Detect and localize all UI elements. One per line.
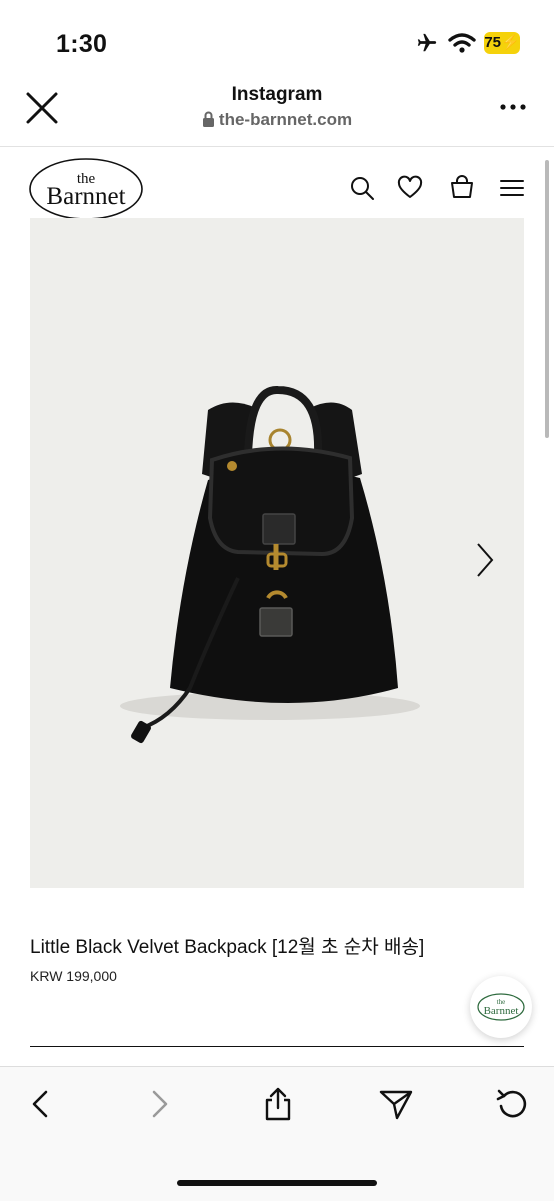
lock-icon <box>202 111 215 132</box>
header-divider <box>0 146 554 147</box>
logo-name: Barnnet <box>46 183 125 210</box>
search-icon[interactable] <box>348 174 376 202</box>
battery-level: 75 <box>484 34 501 51</box>
status-time: 1:30 <box>56 30 108 58</box>
chevron-right-icon <box>477 543 494 577</box>
wifi-icon <box>448 32 476 59</box>
chat-button[interactable]: the Barnnet <box>470 976 532 1038</box>
airplane-mode-icon <box>414 32 440 59</box>
hamburger-menu-icon[interactable] <box>498 174 526 202</box>
battery-indicator: 75⚡ <box>484 32 520 54</box>
content-divider <box>30 1046 524 1047</box>
mini-logo-name: Barnnet <box>484 1005 519 1017</box>
charging-icon: ⚡ <box>501 34 520 51</box>
more-icon <box>500 104 526 110</box>
product-image[interactable] <box>30 218 524 888</box>
share-icon <box>265 1087 291 1121</box>
back-button[interactable] <box>24 1086 60 1122</box>
more-options-button[interactable] <box>498 100 528 112</box>
send-icon <box>379 1090 413 1120</box>
barnnet-mini-logo-icon: the Barnnet <box>477 993 525 1021</box>
product-title: Little Black Velvet Backpack [12월 초 순차 배… <box>30 937 425 958</box>
reload-button[interactable] <box>494 1086 530 1122</box>
chevron-right-icon <box>152 1090 168 1118</box>
url-text: the-barnnet.com <box>218 110 353 129</box>
browser-title: Instagram <box>231 84 323 105</box>
heart-icon[interactable] <box>396 174 424 202</box>
next-image-button[interactable] <box>470 540 498 580</box>
backpack-illustration <box>120 386 420 744</box>
shopping-bag-icon[interactable] <box>448 174 476 202</box>
share-button[interactable] <box>260 1086 296 1122</box>
chevron-left-icon <box>32 1090 48 1118</box>
reload-icon <box>496 1089 527 1118</box>
forward-button[interactable] <box>142 1086 178 1122</box>
browser-url[interactable]: the-barnnet.com <box>0 110 554 132</box>
send-button[interactable] <box>378 1086 414 1122</box>
product-price: KRW 199,000 <box>30 968 117 984</box>
barnnet-logo[interactable]: the Barnnet <box>28 156 144 222</box>
scrollbar[interactable] <box>545 160 549 438</box>
home-indicator <box>177 1180 377 1186</box>
